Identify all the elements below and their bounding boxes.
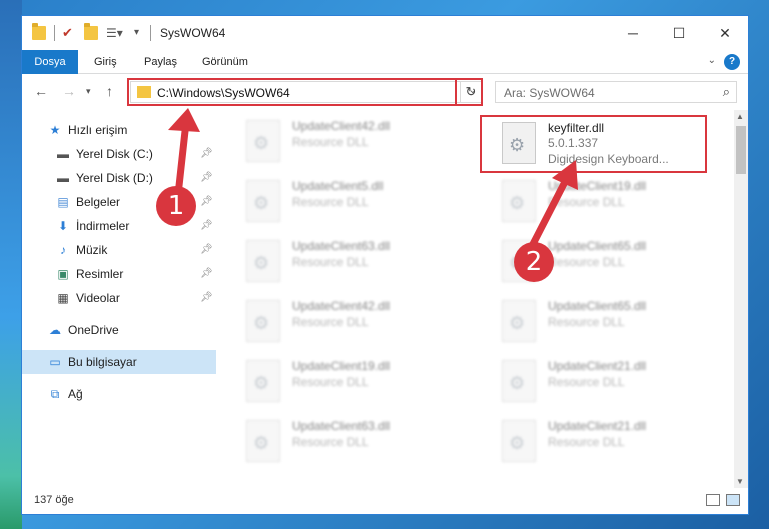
step-marker-1: 1 <box>156 186 196 226</box>
arrow-1 <box>174 118 190 199</box>
arrow-1-head <box>168 108 200 132</box>
arrow-2 <box>526 172 572 254</box>
annotation-arrows <box>168 108 578 254</box>
step-marker-2: 2 <box>514 242 554 282</box>
